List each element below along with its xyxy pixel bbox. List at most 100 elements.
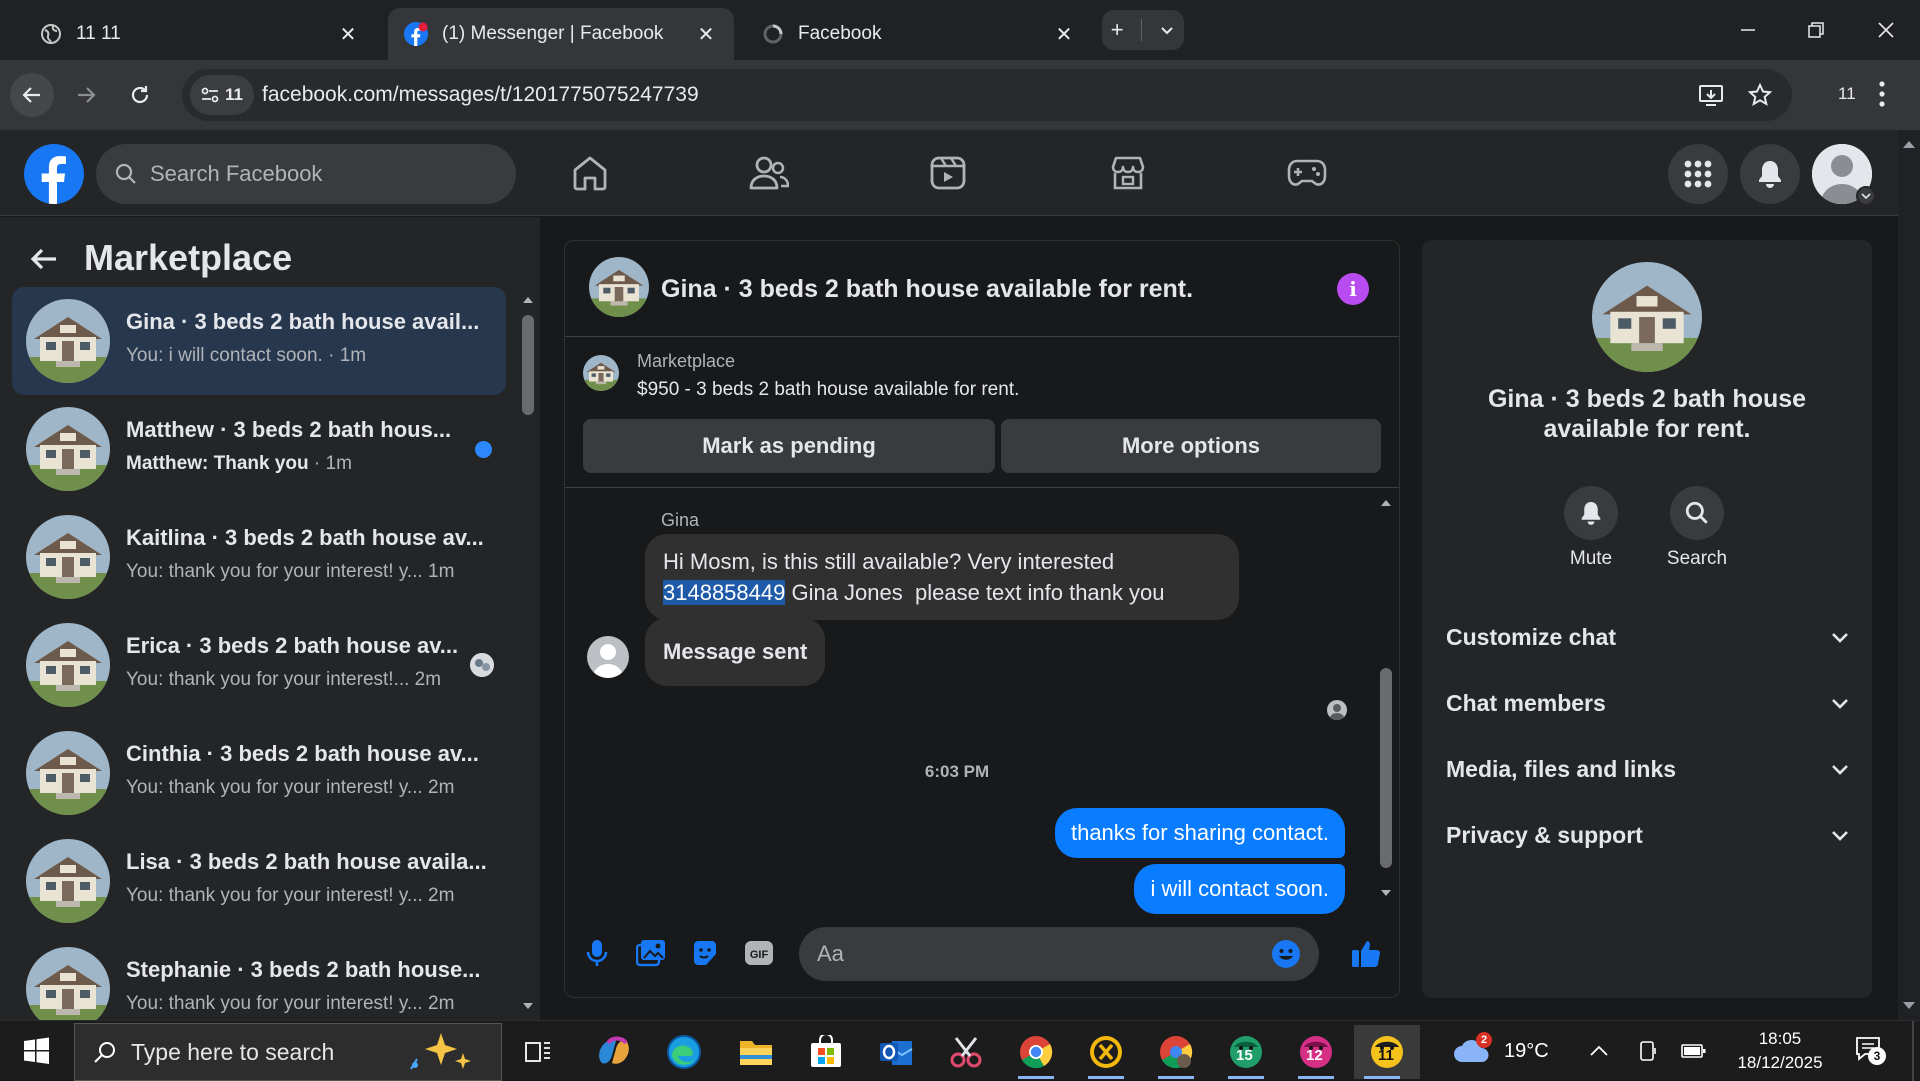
back-arrow-icon[interactable] bbox=[28, 243, 60, 275]
address-bar[interactable]: 11 facebook.com/messages/t/1201775075247… bbox=[182, 69, 1792, 121]
snipping-tool-icon[interactable] bbox=[938, 1025, 994, 1079]
friends-icon[interactable] bbox=[744, 148, 794, 198]
outlook-icon[interactable] bbox=[868, 1025, 924, 1079]
file-explorer-icon[interactable] bbox=[728, 1025, 784, 1079]
facebook-logo-icon[interactable] bbox=[24, 144, 84, 204]
mark-as-pending-button[interactable]: Mark as pending bbox=[583, 419, 995, 473]
facebook-search-input[interactable] bbox=[150, 161, 490, 187]
details-section-row[interactable]: Privacy & support bbox=[1446, 810, 1850, 860]
task-view-icon[interactable] bbox=[510, 1025, 566, 1079]
details-section-row[interactable]: Chat members bbox=[1446, 678, 1850, 728]
app-badge-15-icon[interactable]: 15 bbox=[1218, 1025, 1274, 1079]
sparkle-icon bbox=[405, 1029, 485, 1075]
edge-icon[interactable] bbox=[656, 1025, 712, 1079]
account-chevron-icon[interactable] bbox=[1856, 186, 1876, 206]
bookmark-star-icon[interactable] bbox=[1748, 83, 1772, 107]
chat-title[interactable]: Gina · 3 beds 2 bath house available for… bbox=[661, 275, 1193, 304]
windows-start-icon[interactable] bbox=[14, 1031, 58, 1071]
close-tab-icon[interactable]: ✕ bbox=[1052, 22, 1076, 47]
battery-icon[interactable] bbox=[1680, 1043, 1707, 1059]
mute-button[interactable]: Mute bbox=[1546, 486, 1636, 570]
sticker-icon[interactable] bbox=[687, 935, 723, 971]
app-badge-11-icon[interactable]: 11 bbox=[1354, 1025, 1420, 1079]
url-text[interactable]: facebook.com/messages/t/1201775075247739 bbox=[262, 69, 699, 121]
details-section-row[interactable]: Customize chat bbox=[1446, 612, 1850, 662]
thumbs-up-icon[interactable] bbox=[1349, 935, 1385, 971]
install-app-icon[interactable] bbox=[1698, 83, 1724, 107]
back-icon[interactable] bbox=[10, 73, 54, 117]
listing-thumbnail[interactable] bbox=[583, 355, 619, 391]
video-icon[interactable] bbox=[923, 148, 973, 198]
conversation-item[interactable]: Cinthia · 3 beds 2 bath house av... You: … bbox=[12, 719, 506, 827]
search-in-chat-button[interactable]: Search bbox=[1652, 486, 1742, 570]
chrome-profile-icon[interactable] bbox=[1148, 1025, 1204, 1079]
profile-label[interactable]: 11 bbox=[1838, 84, 1856, 104]
chevron-up-icon[interactable] bbox=[1589, 1045, 1609, 1057]
close-window-icon[interactable] bbox=[1866, 12, 1906, 48]
photo-icon[interactable] bbox=[633, 935, 669, 971]
close-tab-icon[interactable]: ✕ bbox=[336, 22, 360, 47]
chevron-down-icon[interactable] bbox=[1159, 22, 1175, 38]
facebook-search-field[interactable] bbox=[96, 144, 516, 204]
tab-title: Facebook bbox=[798, 23, 882, 44]
browser-tab[interactable]: 11 11 ✕ bbox=[24, 8, 376, 60]
chrome-icon[interactable] bbox=[1008, 1025, 1064, 1079]
tablet-mode-icon[interactable] bbox=[1637, 1040, 1659, 1062]
info-icon[interactable]: i bbox=[1337, 273, 1369, 305]
details-section-row[interactable]: Media, files and links bbox=[1446, 744, 1850, 794]
home-icon[interactable] bbox=[565, 148, 615, 198]
weather-temperature[interactable]: 19°C bbox=[1504, 1040, 1549, 1063]
conversation-item[interactable]: Gina · 3 beds 2 bath house avail... You: … bbox=[12, 287, 506, 395]
chat-scroll-thumb[interactable] bbox=[1380, 668, 1392, 868]
taskbar-search-field[interactable] bbox=[74, 1023, 502, 1081]
conversation-item[interactable]: Kaitlina · 3 beds 2 bath house av... You:… bbox=[12, 503, 506, 611]
gaming-icon[interactable] bbox=[1282, 148, 1332, 198]
listing-price-title[interactable]: $950 - 3 beds 2 bath house available for… bbox=[637, 379, 1019, 401]
menu-kebab-icon[interactable] bbox=[1878, 80, 1886, 108]
sender-avatar[interactable] bbox=[587, 636, 629, 678]
microsoft-store-icon[interactable] bbox=[798, 1025, 854, 1079]
conversation-name: Matthew · 3 beds 2 bath hous... bbox=[126, 417, 452, 442]
forward-icon[interactable] bbox=[64, 73, 108, 117]
conversation-item[interactable]: Erica · 3 beds 2 bath house av... You: th… bbox=[12, 611, 506, 719]
browser-tab-active[interactable]: (1) Messenger | Facebook ✕ bbox=[388, 8, 734, 60]
marketplace-icon[interactable] bbox=[1103, 148, 1153, 198]
close-tab-icon[interactable]: ✕ bbox=[694, 22, 718, 47]
notifications-bell-icon[interactable] bbox=[1740, 144, 1800, 204]
notification-count: 3 bbox=[1868, 1047, 1886, 1065]
site-info-button[interactable]: 11 bbox=[190, 75, 254, 115]
more-options-button[interactable]: More options bbox=[1001, 419, 1381, 473]
show-desktop-button[interactable] bbox=[1912, 1021, 1914, 1081]
gif-icon[interactable]: GIF bbox=[741, 935, 777, 971]
page-scrollbar[interactable] bbox=[1898, 130, 1920, 1020]
microphone-icon[interactable] bbox=[579, 935, 615, 971]
details-avatar[interactable] bbox=[1592, 262, 1702, 372]
weather-cloud-icon[interactable]: 2 bbox=[1452, 1032, 1492, 1066]
mute-label: Mute bbox=[1569, 548, 1613, 569]
app-badge-12-icon[interactable]: 12 bbox=[1288, 1025, 1344, 1079]
chat-avatar[interactable] bbox=[589, 257, 649, 317]
browser-tab[interactable]: Facebook ✕ bbox=[746, 8, 1092, 60]
outgoing-message-bubble[interactable]: thanks for sharing contact. bbox=[1054, 808, 1345, 858]
minimize-icon[interactable] bbox=[1728, 12, 1768, 48]
system-clock[interactable]: 18:05 18/12/2025 bbox=[1720, 1027, 1840, 1075]
emoji-icon[interactable] bbox=[1271, 939, 1301, 969]
details-title[interactable]: Gina · 3 beds 2 bath house available for… bbox=[1452, 384, 1842, 444]
restore-icon[interactable] bbox=[1796, 12, 1836, 48]
incoming-message-bubble[interactable]: Hi Mosm, is this still available? Very i… bbox=[645, 534, 1239, 620]
ixbrowser-icon[interactable] bbox=[1078, 1025, 1134, 1079]
message-input-field[interactable] bbox=[799, 927, 1319, 981]
copilot-icon[interactable] bbox=[586, 1025, 642, 1079]
message-input[interactable] bbox=[817, 941, 1271, 967]
menu-grid-icon[interactable] bbox=[1668, 144, 1728, 204]
conversation-item[interactable]: Lisa · 3 beds 2 bath house availa... You:… bbox=[12, 827, 506, 935]
status-message-bubble[interactable]: Message sent bbox=[645, 618, 826, 686]
conversation-avatar bbox=[26, 407, 110, 491]
taskbar-search-input[interactable] bbox=[131, 1038, 391, 1066]
sidebar-scroll-thumb[interactable] bbox=[522, 315, 534, 415]
notification-center-icon[interactable]: 3 bbox=[1854, 1035, 1886, 1065]
conversation-item[interactable]: Matthew · 3 beds 2 bath hous... Matthew: … bbox=[12, 395, 506, 503]
reload-icon[interactable] bbox=[118, 73, 162, 117]
new-tab-plus-icon[interactable]: + bbox=[1111, 17, 1124, 43]
search-icon bbox=[1670, 486, 1724, 540]
